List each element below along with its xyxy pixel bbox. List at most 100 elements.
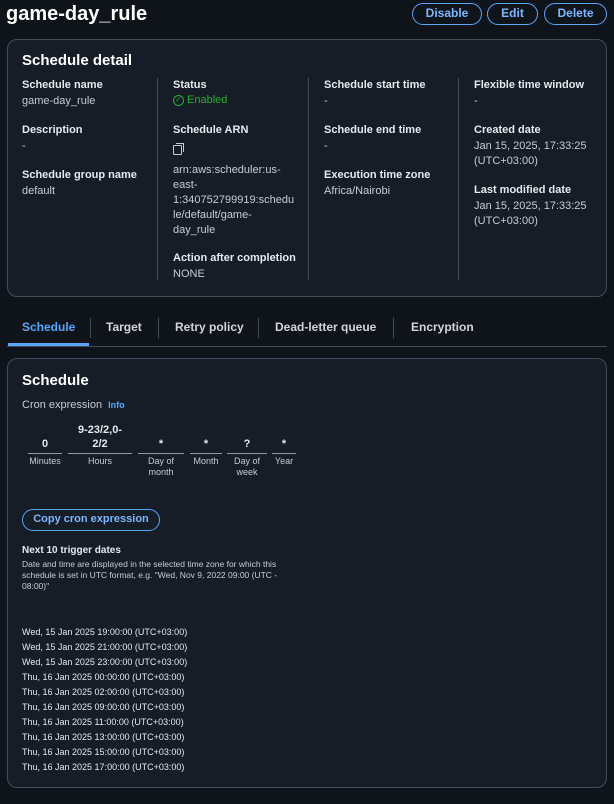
copy-cron-expression-button[interactable]: Copy cron expression bbox=[22, 509, 160, 531]
check-circle-icon: ✓ bbox=[173, 94, 184, 106]
schedule-name-field: Schedule name game-day_rule bbox=[22, 79, 162, 109]
schedule-end-time-field: Schedule end time - bbox=[324, 124, 464, 154]
cron-value: * bbox=[203, 438, 209, 450]
cron-field-name: Month bbox=[193, 456, 219, 466]
list-item: Wed, 15 Jan 2025 19:00:00 (UTC+03:00) bbox=[22, 627, 188, 637]
cron-underline bbox=[28, 453, 62, 454]
action-after-completion-label: Action after completion bbox=[173, 252, 296, 264]
created-date-label: Created date bbox=[474, 124, 541, 136]
tab-schedule[interactable]: Schedule bbox=[22, 320, 75, 334]
cron-expression-label-row: Cron expression Info bbox=[22, 399, 125, 411]
page-title: game-day_rule bbox=[6, 3, 148, 25]
cron-field-name: Day of bbox=[233, 456, 260, 466]
description-value: - bbox=[22, 140, 26, 152]
schedule-arn-value: arn:aws:scheduler:us- east- 1:3407527999… bbox=[173, 163, 313, 238]
cron-field-minutes: 0 Minutes bbox=[28, 437, 62, 467]
status-value: Enabled bbox=[187, 94, 228, 106]
next-trigger-dates-title: Next 10 trigger dates bbox=[22, 545, 121, 556]
last-modified-date-line: (UTC+03:00) bbox=[474, 215, 538, 227]
schedule-panel-title: Schedule bbox=[22, 372, 89, 389]
tab-divider bbox=[258, 318, 259, 338]
cron-value: 2/2 bbox=[92, 438, 108, 450]
flexible-time-window-field: Flexible time window - bbox=[474, 79, 614, 109]
description-field: Description - bbox=[22, 124, 162, 154]
schedule-group-name-field: Schedule group name default bbox=[22, 169, 162, 199]
page-header: game-day_rule Disable Edit Delete bbox=[0, 0, 614, 30]
cron-field-day-of-month: * Day of month bbox=[138, 437, 184, 478]
created-date-line: (UTC+03:00) bbox=[474, 155, 538, 167]
status-badge: ✓ Enabled bbox=[173, 94, 313, 106]
tab-retry-policy[interactable]: Retry policy bbox=[175, 320, 244, 334]
schedule-start-time-label: Schedule start time bbox=[324, 79, 426, 91]
cron-field-name: week bbox=[236, 467, 258, 477]
column-divider bbox=[157, 78, 158, 280]
schedule-start-time-value: - bbox=[324, 95, 328, 107]
created-date-field: Created date Jan 15, 2025, 17:33:25 (UTC… bbox=[474, 124, 614, 169]
schedule-name-label: Schedule name bbox=[22, 79, 103, 91]
list-item: Thu, 16 Jan 2025 17:00:00 (UTC+03:00) bbox=[22, 762, 185, 772]
action-after-completion-field: Action after completion NONE bbox=[173, 252, 313, 282]
copy-icon[interactable] bbox=[173, 143, 184, 155]
last-modified-date-label: Last modified date bbox=[474, 184, 572, 196]
status-label: Status bbox=[173, 79, 207, 91]
flexible-time-window-value: - bbox=[474, 95, 478, 107]
tab-target[interactable]: Target bbox=[106, 320, 142, 334]
disable-button[interactable]: Disable bbox=[412, 3, 482, 25]
last-modified-date-field: Last modified date Jan 15, 2025, 17:33:2… bbox=[474, 184, 614, 229]
column-divider bbox=[458, 78, 459, 280]
tab-divider bbox=[90, 318, 91, 338]
created-date-line: Jan 15, 2025, 17:33:25 bbox=[474, 140, 587, 152]
info-link[interactable]: Info bbox=[108, 400, 125, 410]
cron-underline bbox=[68, 453, 132, 454]
column-divider bbox=[308, 78, 309, 280]
trigger-dates-list: Wed, 15 Jan 2025 19:00:00 (UTC+03:00) We… bbox=[22, 625, 187, 775]
schedule-group-name-label: Schedule group name bbox=[22, 169, 137, 181]
arn-line: day_rule bbox=[173, 224, 216, 236]
delete-button[interactable]: Delete bbox=[544, 3, 607, 25]
tab-dead-letter-queue[interactable]: Dead-letter queue bbox=[275, 320, 376, 334]
action-after-completion-value: NONE bbox=[173, 268, 205, 280]
schedule-end-time-label: Schedule end time bbox=[324, 124, 422, 136]
cron-underline bbox=[272, 453, 296, 454]
list-item: Thu, 16 Jan 2025 02:00:00 (UTC+03:00) bbox=[22, 687, 185, 697]
cron-value: * bbox=[281, 438, 287, 450]
cron-field-name: Year bbox=[274, 456, 294, 466]
cron-value: * bbox=[158, 438, 164, 450]
list-item: Thu, 16 Jan 2025 13:00:00 (UTC+03:00) bbox=[22, 732, 185, 742]
tab-divider bbox=[393, 318, 394, 338]
cron-underline bbox=[190, 453, 222, 454]
schedule-start-time-field: Schedule start time - bbox=[324, 79, 464, 109]
cron-field-month: * Month bbox=[190, 437, 222, 467]
cron-value: ? bbox=[243, 438, 251, 450]
arn-line: east- bbox=[173, 179, 198, 191]
cron-underline bbox=[227, 453, 267, 454]
execution-time-zone-field: Execution time zone Africa/Nairobi bbox=[324, 169, 464, 199]
last-modified-date-line: Jan 15, 2025, 17:33:25 bbox=[474, 200, 587, 212]
list-item: Thu, 16 Jan 2025 15:00:00 (UTC+03:00) bbox=[22, 747, 185, 757]
cron-value: 9-23/2,0- bbox=[77, 424, 123, 436]
cron-field-name: Day of bbox=[147, 456, 174, 466]
arn-line: le/default/game- bbox=[173, 209, 252, 221]
cron-field-day-of-week: ? Day of week bbox=[227, 437, 267, 478]
created-date-value: Jan 15, 2025, 17:33:25 (UTC+03:00) bbox=[474, 139, 614, 169]
cron-field-name: Hours bbox=[87, 456, 112, 466]
last-modified-date-value: Jan 15, 2025, 17:33:25 (UTC+03:00) bbox=[474, 199, 614, 229]
cron-expression-label: Cron expression bbox=[22, 399, 103, 411]
tab-divider bbox=[158, 318, 159, 338]
tab-encryption[interactable]: Encryption bbox=[411, 320, 474, 334]
next-trigger-dates-description: Date and time are displayed in the selec… bbox=[22, 559, 278, 591]
list-item: Thu, 16 Jan 2025 09:00:00 (UTC+03:00) bbox=[22, 702, 185, 712]
cron-field-hours: 9-23/2,0- 2/2 Hours bbox=[68, 423, 132, 467]
list-item: Thu, 16 Jan 2025 11:00:00 (UTC+03:00) bbox=[22, 717, 184, 727]
cron-value: 0 bbox=[41, 438, 49, 450]
execution-time-zone-value: Africa/Nairobi bbox=[324, 185, 391, 197]
list-item: Thu, 16 Jan 2025 00:00:00 (UTC+03:00) bbox=[22, 672, 185, 682]
arn-line: 1:340752799919:schedu bbox=[173, 194, 295, 206]
flexible-time-window-label: Flexible time window bbox=[474, 79, 585, 91]
arn-line: arn:aws:scheduler:us- bbox=[173, 164, 281, 176]
active-tab-indicator bbox=[8, 343, 89, 346]
edit-button[interactable]: Edit bbox=[487, 3, 538, 25]
description-label: Description bbox=[22, 124, 83, 136]
list-item: Wed, 15 Jan 2025 23:00:00 (UTC+03:00) bbox=[22, 657, 188, 667]
cron-field-name: Minutes bbox=[29, 456, 61, 466]
